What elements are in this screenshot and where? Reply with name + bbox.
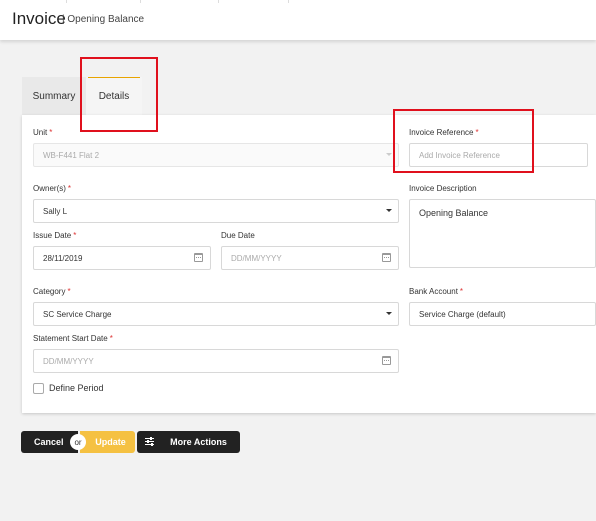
unit-value: WB-F441 Flat 2 [43, 150, 100, 160]
bank-account-value: Service Charge (default) [419, 309, 506, 319]
owners-value: Sally L [43, 206, 68, 216]
bank-account-select[interactable]: Service Charge (default) [409, 302, 596, 326]
invoice-description-value: Opening Balance [419, 208, 489, 218]
page-title: Invoice [12, 9, 66, 28]
tab-bar: Summary Details [22, 77, 596, 115]
define-period-checkbox[interactable] [33, 383, 44, 394]
invoice-reference-label: Invoice Reference * [409, 128, 479, 137]
header-divider [288, 0, 289, 3]
chevron-down-icon [386, 153, 392, 156]
update-button[interactable]: Update [80, 431, 135, 453]
invoice-reference-input[interactable]: Add Invoice Reference [409, 143, 588, 167]
issue-date-label: Issue Date * [33, 231, 77, 240]
issue-date-input[interactable]: 28/11/2019 [33, 246, 211, 270]
header-divider [218, 0, 219, 3]
statement-start-date-input[interactable]: DD/MM/YYYY [33, 349, 399, 373]
category-value: SC Service Charge [43, 309, 112, 319]
category-label: Category * [33, 287, 71, 296]
issue-date-value: 28/11/2019 [43, 253, 83, 263]
due-date-placeholder: DD/MM/YYYY [231, 253, 282, 263]
chevron-down-icon [386, 209, 392, 212]
tab-summary[interactable]: Summary [22, 77, 86, 115]
tab-label: Summary [32, 90, 76, 102]
owners-label: Owner(s) * [33, 184, 72, 193]
more-actions-button[interactable]: More Actions [137, 431, 240, 453]
invoice-description-label: Invoice Description [409, 184, 477, 193]
category-select[interactable]: SC Service Charge [33, 302, 399, 326]
due-date-input[interactable]: DD/MM/YYYY [221, 246, 399, 270]
unit-select: WB-F441 Flat 2 [33, 143, 399, 167]
calendar-icon[interactable] [382, 356, 391, 365]
statement-start-date-label: Statement Start Date * [33, 334, 113, 343]
invoice-details-card: Unit * WB-F441 Flat 2 Owner(s) * Sally L I… [22, 115, 596, 413]
invoice-description-textarea[interactable]: Opening Balance [409, 199, 596, 268]
sliders-icon [145, 437, 154, 446]
due-date-label: Due Date [221, 231, 255, 240]
invoice-reference-placeholder: Add Invoice Reference [419, 150, 500, 160]
statement-start-date-placeholder: DD/MM/YYYY [43, 356, 94, 366]
calendar-icon[interactable] [382, 253, 391, 262]
calendar-icon[interactable] [194, 253, 203, 262]
or-separator: or [70, 434, 86, 450]
header-divider [66, 0, 67, 3]
define-period-label: Define Period [49, 383, 104, 393]
header-divider [140, 0, 141, 3]
more-actions-label: More Actions [170, 437, 227, 447]
bank-account-label: Bank Account * [409, 287, 464, 296]
chevron-down-icon [386, 312, 392, 315]
owners-select[interactable]: Sally L [33, 199, 399, 223]
page-subtitle: | Opening Balance [62, 14, 145, 25]
unit-label: Unit * [33, 128, 53, 137]
tab-label: Details [98, 90, 130, 102]
page-header: Invoice | Opening Balance [0, 0, 596, 40]
tab-details[interactable]: Details [86, 77, 142, 115]
